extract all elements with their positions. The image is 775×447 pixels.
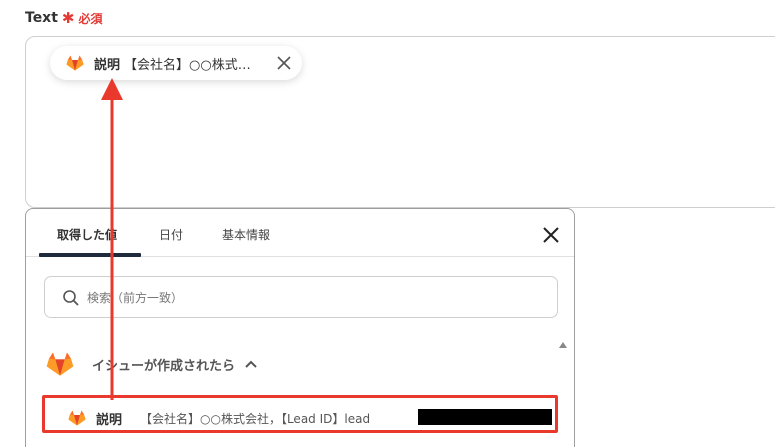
required-badge: 必須 <box>78 11 103 26</box>
list-item[interactable]: 説明 【会社名】○○株式会社，【Lead ID】lead <box>48 401 558 435</box>
chip-key: 説明 <box>94 57 121 73</box>
search-input[interactable] <box>87 288 527 308</box>
search-box <box>44 276 558 318</box>
scroll-up-arrow-icon[interactable] <box>558 341 568 349</box>
group-title: イシューが作成されたら <box>92 358 236 374</box>
chip-value: 【会社名】○○株式… <box>124 57 251 73</box>
active-tab-indicator <box>39 253 141 257</box>
required-star-icon: ✱ <box>61 9 75 27</box>
tab-bar: 取得した値 日付 基本情報 <box>26 209 574 257</box>
tab-basic-info[interactable]: 基本情報 <box>222 226 270 243</box>
close-icon[interactable] <box>276 55 292 71</box>
close-icon[interactable] <box>542 226 560 244</box>
group-header[interactable]: イシューが作成されたら <box>46 349 257 379</box>
chip-label: 説明 【会社名】○○株式… <box>94 54 251 73</box>
variable-chip[interactable]: 説明 【会社名】○○株式… <box>50 46 302 80</box>
tab-date[interactable]: 日付 <box>159 226 183 243</box>
gitlab-icon <box>46 352 74 376</box>
gitlab-icon <box>66 55 84 71</box>
field-label-text: Text <box>25 10 58 26</box>
gitlab-icon <box>68 410 86 426</box>
search-icon <box>63 290 79 306</box>
item-value: 【会社名】○○株式会社，【Lead ID】lead <box>140 411 371 426</box>
tab-acquired-values[interactable]: 取得した値 <box>57 226 117 243</box>
redaction-bar <box>418 409 552 425</box>
item-key: 説明 <box>96 412 123 428</box>
field-label: Text ✱ 必須 <box>25 9 103 27</box>
screen: Text ✱ 必須 説明 【会社名】○○株式… 取得した値 日付 基本情報 検索… <box>0 0 775 447</box>
variable-picker-panel: 取得した値 日付 基本情報 イシューが作成され <box>25 208 575 447</box>
chevron-up-icon[interactable] <box>245 360 257 368</box>
